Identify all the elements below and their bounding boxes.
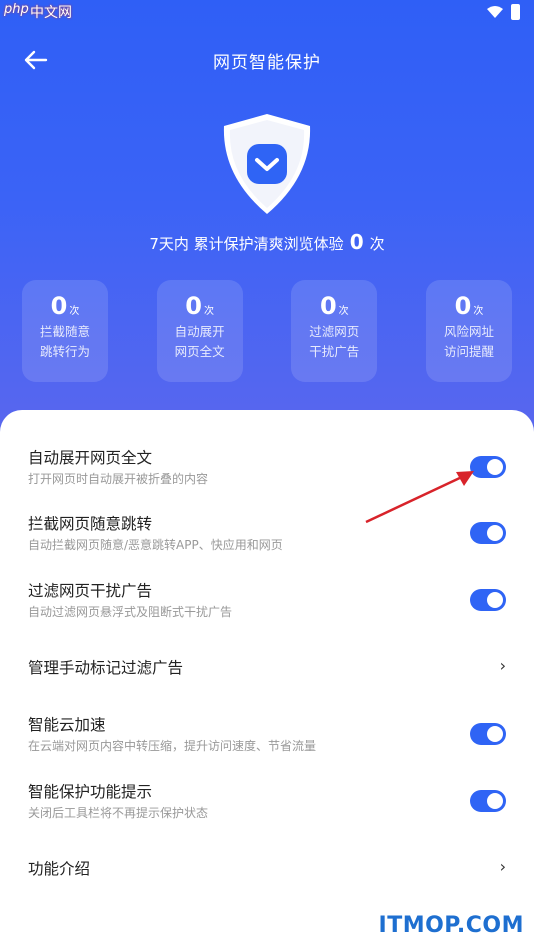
setting-subtitle: 关闭后工具栏将不再提示保护状态 [28, 806, 209, 820]
stat-label-line2: 跳转行为 [39, 344, 90, 359]
stat-label-line1: 拦截随意 [39, 324, 90, 339]
stat-card-expand: 0次 自动展开 网页全文 [156, 280, 243, 382]
hero-header: php 中文网 网页智能保护 7天内 累计保护清爽浏览体验 0 次 0次 拦截随意 … [0, 0, 534, 440]
protection-hint-toggle[interactable] [470, 790, 506, 812]
toggle-knob [487, 726, 503, 742]
setting-subtitle: 自动拦截网页随意/恶意跳转APP、快应用和网页 [28, 538, 283, 552]
setting-title: 智能保护功能提示 [28, 783, 153, 801]
setting-subtitle: 在云端对网页内容中转压缩，提升访问速度、节省流量 [28, 739, 317, 753]
wifi-icon [487, 6, 503, 18]
site-logo: php [4, 2, 29, 17]
setting-title: 过滤网页干扰广告 [28, 582, 153, 600]
page-title: 网页智能保护 [213, 53, 321, 73]
summary-prefix: 7天内 累计保护清爽浏览体验 [149, 235, 344, 253]
status-icons [487, 4, 520, 20]
toggle-knob [487, 592, 503, 608]
stat-unit: 次 [204, 306, 214, 317]
filter-ads-toggle[interactable] [470, 589, 506, 611]
stat-unit: 次 [473, 306, 484, 317]
stat-card-redirect: 0次 拦截随意 跳转行为 [22, 280, 108, 382]
setting-title: 管理手动标记过滤广告 [28, 659, 184, 677]
summary-suffix: 次 [369, 235, 385, 253]
chevron-right-icon: › [499, 857, 506, 876]
chevron-right-icon: › [499, 656, 506, 675]
setting-title: 智能云加速 [28, 716, 106, 734]
setting-title: 拦截网页随意跳转 [28, 515, 153, 533]
stat-label-line2: 访问提醒 [443, 344, 494, 359]
shield-icon [223, 114, 311, 214]
status-bar: php 中文网 [0, 0, 534, 30]
stat-label-line1: 自动展开 [174, 324, 225, 339]
setting-title: 功能介绍 [28, 860, 91, 878]
stat-unit: 次 [69, 306, 80, 317]
setting-subtitle: 打开网页时自动展开被折叠的内容 [28, 472, 209, 486]
toggle-knob [487, 793, 503, 809]
stats-row: 0次 拦截随意 跳转行为 0次 自动展开 网页全文 0次 过滤网页 干扰广告 0… [22, 280, 512, 382]
cloud-accel-toggle[interactable] [470, 723, 506, 745]
stat-card-risk: 0次 风险网址 访问提醒 [425, 280, 512, 382]
stat-value: 0 [50, 292, 68, 320]
annotation-arrow-icon [365, 471, 474, 524]
stat-label-line2: 干扰广告 [309, 344, 360, 359]
stat-label-line1: 风险网址 [443, 324, 494, 339]
setting-title: 自动展开网页全文 [28, 449, 153, 467]
stat-unit: 次 [338, 306, 349, 317]
stat-value: 0 [319, 292, 337, 320]
watermark: ITMOP.COM [378, 913, 524, 938]
setting-subtitle: 自动过滤网页悬浮式及阻断式干扰广告 [28, 605, 233, 619]
stat-value: 0 [185, 292, 202, 320]
battery-icon [511, 4, 520, 20]
stat-card-ads: 0次 过滤网页 干扰广告 [291, 280, 378, 382]
stat-value: 0 [454, 292, 472, 320]
stat-label-line2: 网页全文 [174, 344, 225, 359]
site-logo-text: 中文网 [30, 5, 72, 21]
protection-summary: 7天内 累计保护清爽浏览体验 0 次 [0, 230, 534, 254]
summary-count: 0 [349, 230, 364, 254]
stat-label-line1: 过滤网页 [309, 324, 360, 339]
